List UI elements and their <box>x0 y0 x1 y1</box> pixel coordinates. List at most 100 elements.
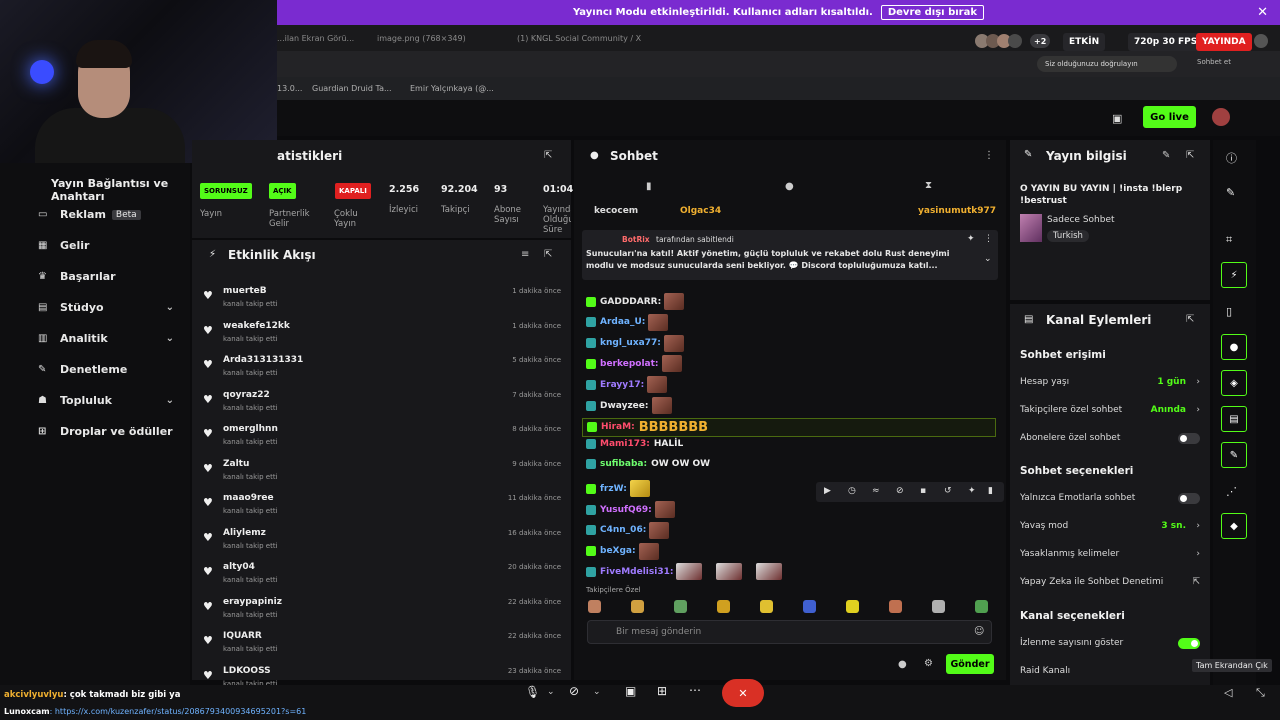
play-icon[interactable]: ▶ <box>824 486 831 496</box>
chat-username[interactable]: sufibaba: <box>600 459 647 469</box>
stream-key-link[interactable]: Yayın Bağlantısı ve Anahtarı <box>51 177 190 203</box>
chat-message[interactable]: C4nn_06: <box>586 521 670 539</box>
chat-message[interactable]: Erayy17: <box>586 376 668 394</box>
account-age-row[interactable]: Hesap yaşı 1 gün › <box>1020 377 1200 387</box>
bookmark[interactable]: Guardian Druid Ta... <box>312 84 392 93</box>
more-icon[interactable]: ⋮ <box>984 150 994 161</box>
info-icon[interactable]: ⓘ <box>1226 150 1237 166</box>
emote-icon[interactable] <box>760 600 773 613</box>
filter-icon[interactable]: ≡ <box>521 249 529 260</box>
present-screen-icon[interactable]: ▣ <box>625 684 636 698</box>
browser-tab[interactable]: (1) KNGL Social Community / X <box>517 34 641 43</box>
chat-user[interactable]: Olgac34 <box>680 206 721 216</box>
camera-off-icon[interactable]: ⊘ <box>569 684 579 698</box>
sidebar-item-topluluk[interactable]: ☗ Topluluk ⌄ <box>38 394 180 407</box>
sidebar-item-reklam[interactable]: ▭ Reklam Beta <box>38 208 180 221</box>
go-live-button[interactable]: Go live <box>1143 106 1196 128</box>
chat-message[interactable]: GADDDARR: <box>586 293 685 310</box>
edit-icon[interactable]: ✎ <box>1226 186 1235 199</box>
pinned-by-user[interactable]: BotRix <box>622 235 650 244</box>
sidebar-item-basarilar[interactable]: ♛ Başarılar <box>38 270 180 283</box>
emote-icon[interactable] <box>889 600 902 613</box>
feed-user[interactable]: weakefe12kk <box>223 321 290 331</box>
close-icon[interactable]: ✕ <box>1257 5 1268 20</box>
feed-user[interactable]: Zaltu <box>223 459 249 469</box>
banned-words-row[interactable]: Yasaklanmış kelimeler › <box>1020 549 1200 559</box>
feed-user[interactable]: alty04 <box>223 562 255 572</box>
emote-icon[interactable] <box>975 600 988 613</box>
chat-username[interactable]: GADDDARR: <box>600 297 661 307</box>
pin-icon[interactable]: ✦ <box>968 486 976 496</box>
subs-chat-toggle[interactable] <box>1178 433 1200 444</box>
list-button[interactable]: ▤ <box>1221 406 1247 432</box>
feed-user[interactable]: IQUARR <box>223 631 262 641</box>
emote-icon[interactable] <box>846 600 859 613</box>
emote-icon[interactable] <box>588 600 601 613</box>
chat-user[interactable]: kecocem <box>594 206 638 216</box>
chat-username[interactable]: FiveMdelisi31: <box>600 567 673 577</box>
browser-tab[interactable]: ...ilan Ekran Görü... <box>277 34 354 43</box>
chat-username[interactable]: Dwayzee: <box>600 401 649 411</box>
feed-user[interactable]: Arda313131331 <box>223 355 303 365</box>
volume-icon[interactable]: ◁ <box>1224 686 1232 699</box>
chevron-down-icon[interactable]: ⌄ <box>547 687 555 697</box>
feed-user[interactable]: eraypapiniz <box>223 597 282 607</box>
sidebar-item-analitik[interactable]: ▥ Analitik ⌄ <box>38 332 180 345</box>
feed-user[interactable]: qoyraz22 <box>223 390 270 400</box>
emoji-icon[interactable]: ☺ <box>974 626 984 637</box>
emote-icon[interactable] <box>803 600 816 613</box>
slow-mode-row[interactable]: Yavaş mod 3 sn. › <box>1020 521 1200 531</box>
edit-icon[interactable]: ✎ <box>1162 150 1170 161</box>
chat-message-input[interactable]: Bir mesaj gönderin <box>587 620 992 644</box>
broadcast-button[interactable]: ◈ <box>1221 370 1247 396</box>
disable-streamer-mode-button[interactable]: Devre dışı bırak <box>880 5 985 20</box>
camera-icon[interactable]: ▣ <box>1112 112 1122 125</box>
profile-icon[interactable] <box>1254 34 1268 48</box>
feed-user[interactable]: muerteB <box>223 286 267 296</box>
chat-message[interactable]: frzW: <box>586 480 650 498</box>
followers-chat-row[interactable]: Takipçilere özel sohbet Anında › <box>1020 405 1200 415</box>
sidebar-item-denetleme[interactable]: ✎ Denetleme <box>38 363 180 376</box>
language-tag[interactable]: Turkish <box>1047 230 1089 242</box>
category-name[interactable]: Sadece Sohbet <box>1047 215 1115 225</box>
chat-message[interactable]: beXga: <box>586 542 659 560</box>
chat-username[interactable]: HiraM: <box>601 422 635 432</box>
hourglass-icon[interactable]: ⧗ <box>925 180 932 191</box>
chat-icon[interactable]: ● <box>898 659 907 670</box>
copy-icon[interactable]: ▪ <box>920 486 926 496</box>
feed-user[interactable]: Aliylemz <box>223 528 266 538</box>
exit-fullscreen-icon[interactable]: ⤡ <box>1256 686 1265 700</box>
sidebar-item-gelir[interactable]: ▦ Gelir <box>38 239 180 252</box>
popout-icon[interactable]: ⇱ <box>1186 314 1194 325</box>
chat-message[interactable]: FiveMdelisi31: <box>586 563 783 581</box>
raid-row[interactable]: Raid Kanalı <box>1020 666 1200 676</box>
clock-icon[interactable]: ◷ <box>848 486 856 496</box>
chat-message[interactable]: sufibaba: OW OW OW <box>586 459 710 470</box>
chat-message[interactable]: Mami173: HALİL <box>586 438 683 449</box>
fullscreen-icon[interactable]: ⌗ <box>1226 233 1232 247</box>
trash-icon[interactable]: ▮ <box>988 486 993 496</box>
chat-username[interactable]: kngl_uxa77: <box>600 338 661 348</box>
sidebar-item-studyo[interactable]: ▤ Stüdyo ⌄ <box>38 301 180 314</box>
chat-link[interactable]: Sohbet et <box>1197 58 1231 66</box>
chat-username[interactable]: beXga: <box>600 546 636 556</box>
chat-username[interactable]: C4nn_06: <box>600 525 646 535</box>
bolt-button[interactable]: ⚡ <box>1221 262 1247 288</box>
feed-user[interactable]: LDKOOSS <box>223 666 271 676</box>
emote-icon[interactable] <box>717 600 730 613</box>
ai-moderation-row[interactable]: Yapay Zeka ile Sohbet Denetimi ⇱ <box>1020 577 1200 587</box>
emote-icon[interactable] <box>674 600 687 613</box>
chat-username[interactable]: YusufQ69: <box>600 505 652 515</box>
chat-button[interactable]: ● <box>1221 334 1247 360</box>
send-button[interactable]: Gönder <box>946 654 994 674</box>
emote-only-toggle[interactable] <box>1178 493 1200 504</box>
browser-tab[interactable]: image.png (768×349) <box>377 34 466 43</box>
more-icon[interactable]: ⋯ <box>689 683 701 697</box>
emote-icon[interactable] <box>631 600 644 613</box>
pin-icon[interactable]: ✦ <box>967 234 975 244</box>
popout-icon[interactable]: ⇱ <box>544 249 552 260</box>
chat-message[interactable]: berkepolat: <box>586 355 682 373</box>
chat-message[interactable]: Dwayzee: <box>586 397 672 414</box>
bookmark[interactable]: Emir Yalçınkaya (@... <box>410 84 494 93</box>
chat-message[interactable]: Ardaa_U: <box>586 313 669 331</box>
